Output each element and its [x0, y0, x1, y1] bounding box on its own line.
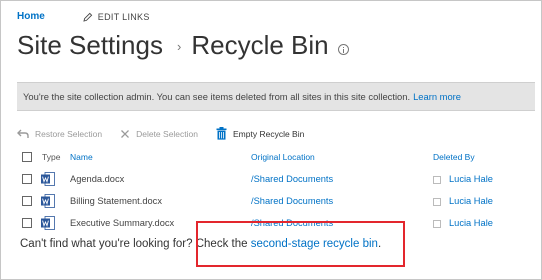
edit-links-button[interactable]: EDIT LINKS — [83, 12, 150, 22]
select-all-checkbox[interactable] — [22, 152, 32, 162]
item-name[interactable]: Billing Statement.docx — [70, 196, 162, 206]
restore-icon — [17, 129, 29, 138]
deleted-by-user-link[interactable]: Lucia Hale — [449, 218, 493, 228]
edit-links-label: EDIT LINKS — [97, 11, 150, 22]
deleted-by-user-link[interactable]: Lucia Hale — [449, 196, 493, 206]
highlight-box — [196, 221, 405, 267]
item-location-link[interactable]: /Shared Documents — [251, 196, 333, 206]
item-name[interactable]: Executive Summary.docx — [70, 218, 174, 228]
deleted-by-user-link[interactable]: Lucia Hale — [449, 174, 493, 184]
top-navigation: Home EDIT LINKS — [17, 11, 150, 22]
trash-can-icon — [216, 127, 227, 140]
title-parent-link[interactable]: Site Settings — [17, 30, 163, 61]
info-icon[interactable] — [337, 44, 349, 55]
page-title: Site Settings › Recycle Bin — [17, 30, 349, 61]
word-document-icon — [41, 194, 55, 208]
empty-recycle-bin-label: Empty Recycle Bin — [233, 128, 305, 139]
recycle-bin-toolbar: Restore Selection Delete Selection Empty… — [17, 127, 322, 140]
item-location-link[interactable]: /Shared Documents — [251, 174, 333, 184]
admin-notice-bar: You're the site collection admin. You ca… — [17, 82, 535, 111]
presence-indicator — [433, 198, 441, 206]
delete-selection-button[interactable]: Delete Selection — [120, 129, 198, 139]
breadcrumb-separator: › — [176, 39, 182, 54]
empty-recycle-bin-button[interactable]: Empty Recycle Bin — [216, 127, 304, 140]
table-header-row: Type Name Original Location Deleted By — [20, 150, 540, 166]
hint-prefix: Can't find what you're looking for? — [20, 238, 193, 250]
word-document-icon — [41, 216, 55, 230]
presence-indicator — [433, 220, 441, 228]
presence-indicator — [433, 176, 441, 184]
word-document-icon — [41, 172, 55, 186]
table-row[interactable]: Billing Statement.docx /Shared Documents… — [20, 194, 540, 210]
table-row[interactable]: Agenda.docx /Shared Documents Lucia Hale — [20, 172, 540, 188]
notice-text: You're the site collection admin. You ca… — [23, 91, 411, 102]
header-deleted-by[interactable]: Deleted By — [433, 152, 475, 162]
row-checkbox[interactable] — [22, 218, 32, 228]
nav-home-link[interactable]: Home — [17, 11, 45, 22]
header-type: Type — [42, 152, 61, 162]
item-name[interactable]: Agenda.docx — [70, 174, 124, 184]
restore-selection-button[interactable]: Restore Selection — [17, 128, 102, 139]
header-name[interactable]: Name — [70, 152, 93, 162]
header-original-location[interactable]: Original Location — [251, 152, 315, 162]
restore-selection-label: Restore Selection — [35, 128, 103, 139]
row-checkbox[interactable] — [22, 174, 32, 184]
delete-selection-label: Delete Selection — [136, 128, 198, 139]
title-current: Recycle Bin — [191, 30, 329, 60]
pencil-icon — [83, 12, 93, 22]
delete-x-icon — [121, 129, 130, 138]
row-checkbox[interactable] — [22, 196, 32, 206]
learn-more-link[interactable]: Learn more — [413, 91, 461, 102]
